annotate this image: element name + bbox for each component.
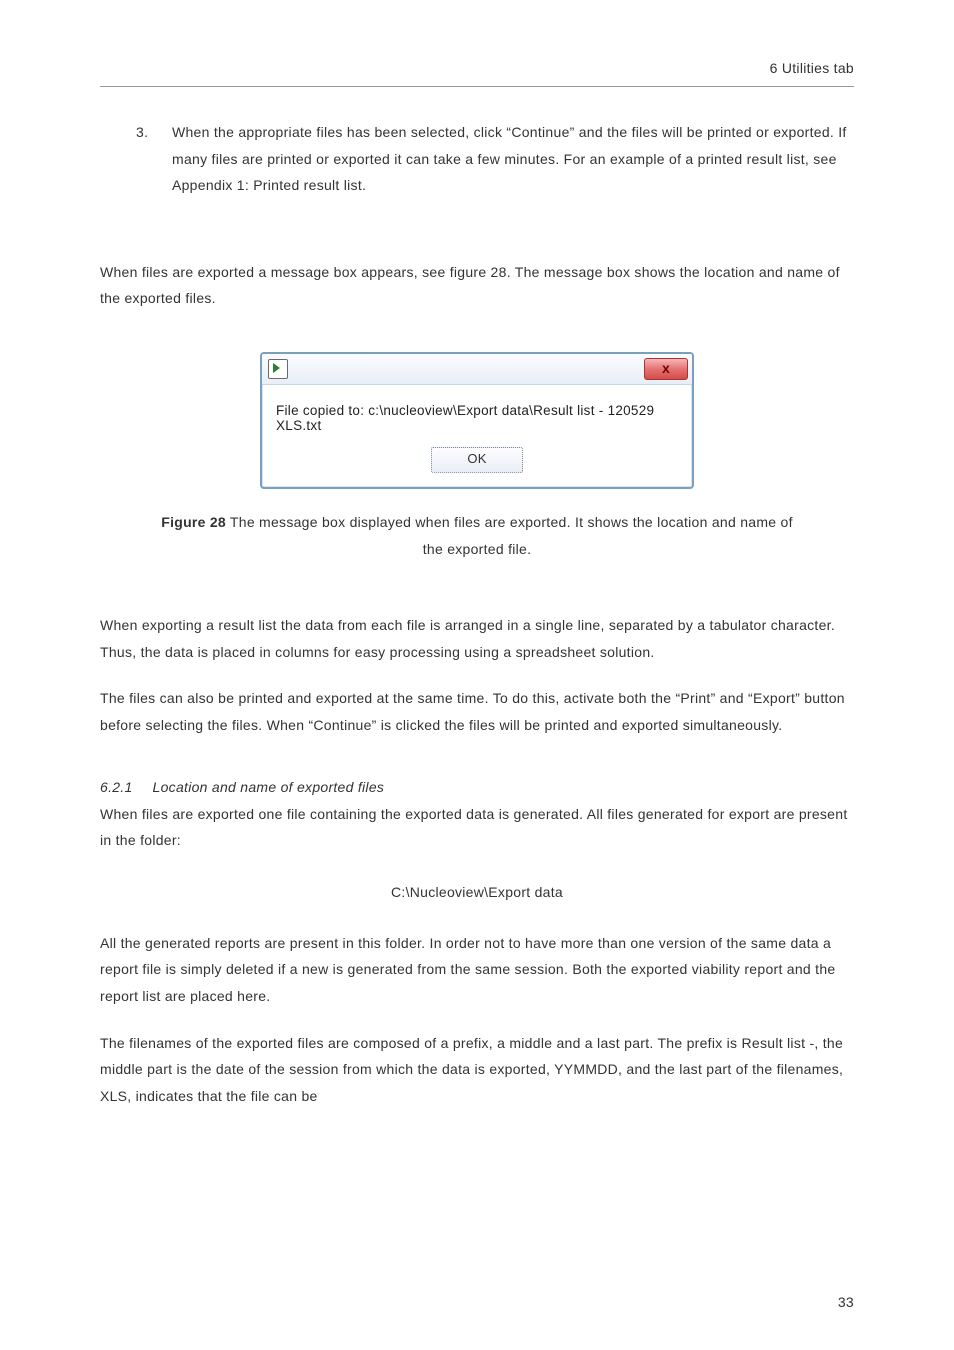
message-box-text: File copied to: c:\nucleoview\Export dat…: [262, 385, 692, 439]
ordered-list-item: 3. When the appropriate files has been s…: [136, 119, 854, 199]
figure-label: Figure 28: [161, 514, 226, 530]
running-header: 6 Utilities tab: [100, 60, 854, 87]
ok-button[interactable]: OK: [431, 447, 523, 473]
close-button[interactable]: x: [644, 358, 688, 380]
message-box-titlebar: x: [262, 354, 692, 385]
paragraph: When exporting a result list the data fr…: [100, 612, 854, 665]
figure-caption: Figure 28 The message box displayed when…: [160, 509, 794, 562]
figure-caption-text: The message box displayed when files are…: [226, 514, 793, 557]
list-text: When the appropriate files has been sele…: [172, 119, 854, 199]
list-number: 3.: [136, 119, 154, 199]
subsection-title: Location and name of exported files: [153, 779, 385, 795]
paragraph: The files can also be printed and export…: [100, 685, 854, 738]
folder-path: C:\Nucleoview\Export data: [100, 884, 854, 900]
message-box: x File copied to: c:\nucleoview\Export d…: [260, 352, 694, 489]
paragraph: All the generated reports are present in…: [100, 930, 854, 1010]
paragraph: When files are exported one file contain…: [100, 801, 854, 854]
paragraph: The filenames of the exported files are …: [100, 1030, 854, 1110]
subsection-heading: 6.2.1 Location and name of exported file…: [100, 779, 854, 795]
paragraph: When files are exported a message box ap…: [100, 259, 854, 312]
page-number: 33: [838, 1294, 854, 1310]
app-icon: [268, 359, 288, 379]
subsection-number: 6.2.1: [100, 779, 133, 795]
